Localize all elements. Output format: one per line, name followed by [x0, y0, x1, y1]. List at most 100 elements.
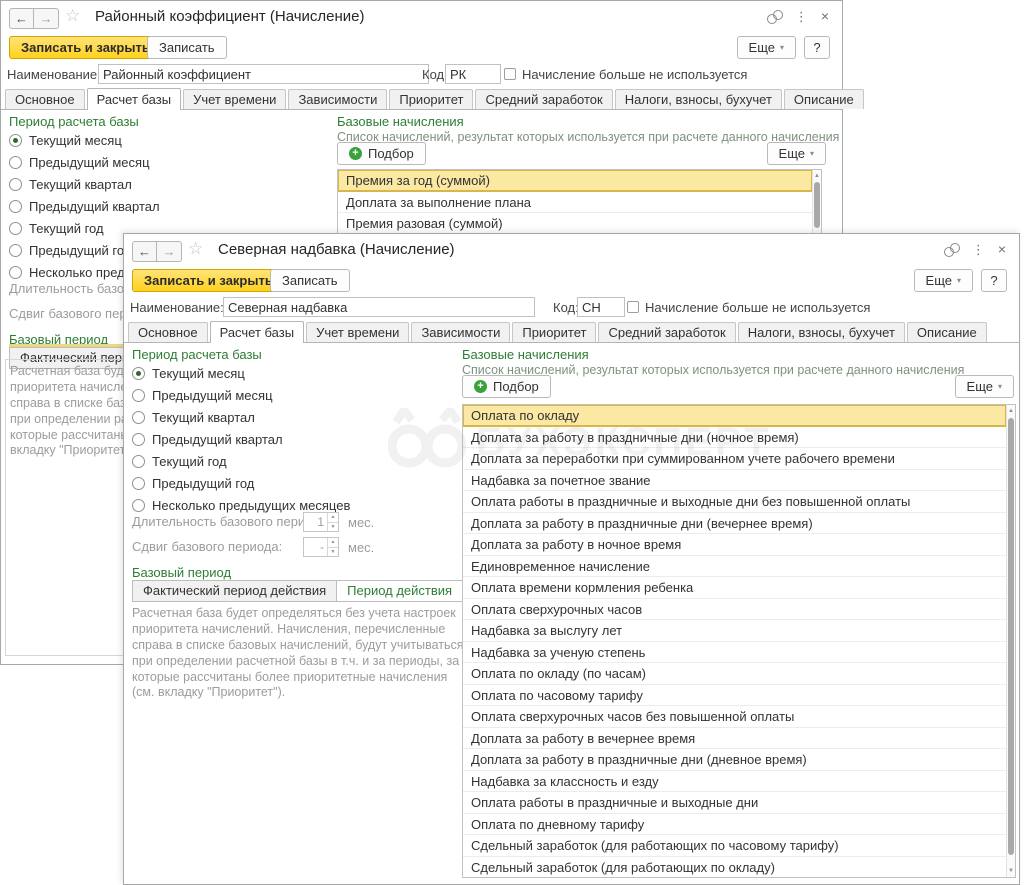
- list-item[interactable]: Сдельный заработок (для работающих по ча…: [463, 835, 1006, 857]
- save-button[interactable]: Записать: [147, 36, 227, 59]
- tab[interactable]: Основное: [128, 322, 208, 342]
- list-item[interactable]: Доплата за переработки при суммированном…: [463, 448, 1006, 470]
- list-item[interactable]: Доплата за работу в вечернее время: [463, 728, 1006, 750]
- scroll-up-icon[interactable]: ▲: [1007, 406, 1015, 416]
- radio-icon[interactable]: [9, 200, 22, 213]
- link-icon[interactable]: [944, 243, 959, 256]
- tab[interactable]: Зависимости: [411, 322, 510, 342]
- radio-icon[interactable]: [132, 455, 145, 468]
- radio-icon[interactable]: [9, 178, 22, 191]
- list-item[interactable]: Оплата по окладу (по часам): [463, 663, 1006, 685]
- tab[interactable]: Приоритет: [512, 322, 596, 342]
- spin-up-icon[interactable]: ▲: [328, 538, 338, 548]
- tab[interactable]: Описание: [784, 89, 864, 109]
- radio-icon[interactable]: [132, 433, 145, 446]
- radio-option[interactable]: Текущий год: [132, 450, 350, 472]
- tab[interactable]: Средний заработок: [475, 89, 612, 109]
- list-item[interactable]: Доплата за работу в праздничные дни (веч…: [463, 513, 1006, 535]
- list-item[interactable]: Надбавка за ученую степень: [463, 642, 1006, 664]
- list-item[interactable]: Сдельный заработок (для работающих по ок…: [463, 857, 1006, 878]
- code-input[interactable]: [577, 297, 625, 317]
- list-more-button[interactable]: Еще▾: [767, 142, 826, 165]
- radio-icon[interactable]: [132, 477, 145, 490]
- not-used-checkbox[interactable]: [504, 68, 516, 80]
- list-item[interactable]: Оплата сверхурочных часов: [463, 599, 1006, 621]
- list-item[interactable]: Оплата работы в праздничные и выходные д…: [463, 792, 1006, 814]
- spin-down-icon[interactable]: ▼: [328, 523, 338, 532]
- radio-option[interactable]: Текущий квартал: [132, 406, 350, 428]
- duration-stepper[interactable]: 1 ▲▼: [303, 512, 339, 532]
- list-item[interactable]: Надбавка за почетное звание: [463, 470, 1006, 492]
- list-item[interactable]: Единовременное начисление: [463, 556, 1006, 578]
- list-item[interactable]: Доплата за работу в праздничные дни (ноч…: [463, 427, 1006, 449]
- shift-stepper[interactable]: - ▲▼: [303, 537, 339, 557]
- close-icon[interactable]: ×: [821, 10, 829, 23]
- scrollbar-thumb[interactable]: [814, 182, 820, 228]
- actual-period-button[interactable]: Фактический период действия: [132, 580, 337, 602]
- favorite-star-icon[interactable]: ☆: [65, 7, 80, 25]
- list-item[interactable]: Оплата сверхурочных часов без повышенной…: [463, 706, 1006, 728]
- list-item[interactable]: Доплата за работу в ночное время: [463, 534, 1006, 556]
- radio-option[interactable]: Текущий месяц: [9, 129, 227, 151]
- pick-button[interactable]: +Подбор: [337, 142, 426, 165]
- name-input[interactable]: [223, 297, 535, 317]
- tab[interactable]: Налоги, взносы, бухучет: [615, 89, 782, 109]
- menu-dots-icon[interactable]: ⋮: [795, 10, 808, 23]
- list-item[interactable]: Доплата за работу в праздничные дни (дне…: [463, 749, 1006, 771]
- tab[interactable]: Описание: [907, 322, 987, 342]
- scrollbar[interactable]: ▲ ▼: [1006, 405, 1015, 877]
- list-item[interactable]: Оплата времени кормления ребенка: [463, 577, 1006, 599]
- save-button[interactable]: Записать: [270, 269, 350, 292]
- radio-icon[interactable]: [9, 156, 22, 169]
- radio-icon[interactable]: [9, 134, 22, 147]
- tab[interactable]: Средний заработок: [598, 322, 735, 342]
- period-button[interactable]: Период действия: [337, 580, 463, 602]
- close-icon[interactable]: ×: [998, 243, 1006, 256]
- menu-dots-icon[interactable]: ⋮: [972, 243, 985, 256]
- help-button[interactable]: ?: [804, 36, 830, 59]
- radio-option[interactable]: Предыдущий квартал: [132, 428, 350, 450]
- radio-icon[interactable]: [9, 244, 22, 257]
- list-item[interactable]: Премия разовая (суммой): [338, 213, 812, 235]
- tab[interactable]: Основное: [5, 89, 85, 109]
- scroll-up-icon[interactable]: ▲: [813, 171, 821, 181]
- save-and-close-button[interactable]: Записать и закрыть: [132, 269, 285, 292]
- radio-option[interactable]: Предыдущий месяц: [9, 151, 227, 173]
- pick-button[interactable]: +Подбор: [462, 375, 551, 398]
- tab[interactable]: Расчет базы: [87, 88, 182, 110]
- forward-button[interactable]: →: [157, 241, 182, 262]
- list-item[interactable]: Оплата по дневному тарифу: [463, 814, 1006, 836]
- radio-option[interactable]: Текущий месяц: [132, 362, 350, 384]
- save-and-close-button[interactable]: Записать и закрыть: [9, 36, 162, 59]
- link-icon[interactable]: [767, 10, 782, 23]
- not-used-checkbox[interactable]: [627, 301, 639, 313]
- tab[interactable]: Налоги, взносы, бухучет: [738, 322, 905, 342]
- list-item[interactable]: Премия за год (суммой): [338, 170, 812, 192]
- back-button[interactable]: ←: [132, 241, 157, 262]
- tab[interactable]: Приоритет: [389, 89, 473, 109]
- radio-icon[interactable]: [9, 222, 22, 235]
- code-input[interactable]: [445, 64, 501, 84]
- radio-option[interactable]: Предыдущий месяц: [132, 384, 350, 406]
- radio-option[interactable]: Текущий квартал: [9, 173, 227, 195]
- list-item[interactable]: Оплата по часовому тарифу: [463, 685, 1006, 707]
- tab[interactable]: Учет времени: [306, 322, 409, 342]
- tab[interactable]: Зависимости: [288, 89, 387, 109]
- scrollbar-thumb[interactable]: [1008, 418, 1014, 855]
- tab[interactable]: Учет времени: [183, 89, 286, 109]
- list-item[interactable]: Надбавка за классность и езду: [463, 771, 1006, 793]
- list-item[interactable]: Оплата по окладу: [463, 405, 1006, 427]
- tab[interactable]: Расчет базы: [210, 321, 305, 343]
- list-item[interactable]: Надбавка за выслугу лет: [463, 620, 1006, 642]
- radio-icon[interactable]: [132, 367, 145, 380]
- radio-icon[interactable]: [132, 411, 145, 424]
- radio-icon[interactable]: [132, 389, 145, 402]
- scroll-down-icon[interactable]: ▼: [1007, 866, 1015, 876]
- help-button[interactable]: ?: [981, 269, 1007, 292]
- back-button[interactable]: ←: [9, 8, 34, 29]
- radio-icon[interactable]: [9, 266, 22, 279]
- forward-button[interactable]: →: [34, 8, 59, 29]
- name-input[interactable]: [98, 64, 429, 84]
- spin-down-icon[interactable]: ▼: [328, 548, 338, 557]
- more-button[interactable]: Еще▾: [914, 269, 973, 292]
